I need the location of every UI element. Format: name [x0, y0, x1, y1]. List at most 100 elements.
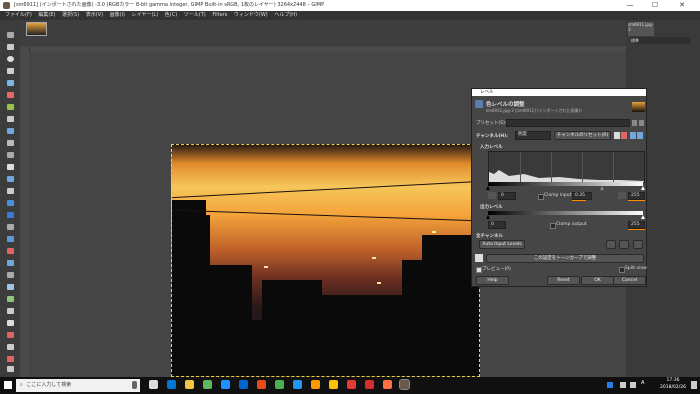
color-select-icon[interactable] — [7, 92, 14, 98]
brush-icon[interactable] — [7, 236, 14, 242]
edit-in-curves-button[interactable]: この設定をトーンカーブで調整 — [486, 254, 644, 263]
view-option2-icon[interactable] — [637, 132, 643, 139]
menu-view[interactable]: 表示(V) — [86, 11, 103, 20]
app9-icon[interactable] — [311, 380, 320, 389]
menu-select[interactable]: 選択(S) — [62, 11, 79, 20]
input-black-handle[interactable] — [486, 186, 490, 190]
ok-button[interactable]: OK — [581, 276, 614, 285]
app5-icon[interactable] — [239, 380, 248, 389]
volume-icon[interactable] — [630, 382, 636, 388]
input-black-picker-icon[interactable] — [488, 192, 496, 199]
close-button[interactable]: ✕ — [672, 0, 692, 11]
input-white-picker-icon[interactable] — [618, 192, 626, 199]
image-tab-thumbnail[interactable] — [26, 22, 47, 36]
output-white-handle[interactable] — [641, 215, 645, 219]
lasso-icon[interactable] — [7, 68, 14, 74]
maximize-button[interactable]: ☐ — [645, 0, 665, 11]
output-low-field[interactable]: 0 — [488, 221, 506, 229]
smudge-icon[interactable] — [7, 308, 14, 314]
chrome-icon[interactable] — [329, 380, 338, 389]
tray-icon[interactable] — [607, 382, 613, 388]
reset-button[interactable]: Reset — [547, 276, 580, 285]
perspective-icon[interactable] — [7, 164, 14, 170]
menu-help[interactable]: ヘルプ(H) — [274, 11, 297, 20]
pencil-icon[interactable] — [7, 224, 14, 230]
text-tool-icon[interactable] — [7, 188, 14, 194]
edge-icon[interactable] — [167, 380, 176, 389]
scale-icon[interactable] — [7, 140, 14, 146]
menu-windows[interactable]: ウィンドウ(W) — [234, 11, 268, 20]
taskbar-search[interactable]: ⌕ ここに入力して検索 — [16, 379, 140, 392]
airbrush-icon[interactable] — [7, 260, 14, 266]
crop-icon[interactable] — [7, 116, 14, 122]
app11-icon[interactable] — [347, 380, 356, 389]
channel-reset-button[interactable]: チャンネルのリセット(R) — [554, 131, 611, 140]
help-button[interactable]: Help — [476, 276, 509, 285]
input-white-handle[interactable] — [641, 186, 645, 190]
input-gamma-handle[interactable] — [600, 186, 604, 190]
windows-start-icon[interactable] — [4, 381, 12, 389]
scissors-icon[interactable] — [7, 104, 14, 110]
measure-icon[interactable] — [7, 356, 14, 362]
zoom-icon[interactable] — [7, 366, 14, 372]
minimize-button[interactable]: — — [620, 0, 640, 11]
explorer-icon[interactable] — [185, 380, 194, 389]
menu-file[interactable]: ファイル(F) — [5, 11, 32, 20]
app12-icon[interactable] — [365, 380, 374, 389]
rect-select-icon[interactable] — [7, 44, 14, 50]
app6-icon[interactable] — [257, 380, 266, 389]
pick-black-point-button[interactable] — [606, 240, 616, 249]
fuzzy-select-icon[interactable] — [7, 80, 14, 86]
mic-icon[interactable] — [132, 381, 137, 389]
clock-time[interactable]: 17:36 — [661, 378, 685, 383]
menu-tools[interactable]: ツール(T) — [184, 11, 206, 20]
cancel-button[interactable]: Cancel — [613, 276, 646, 285]
clone-icon[interactable] — [7, 284, 14, 290]
menu-edit[interactable]: 編集(E) — [38, 11, 55, 20]
sunset-photo[interactable] — [171, 144, 480, 377]
view-option-icon[interactable] — [630, 132, 636, 139]
eraser-icon[interactable] — [7, 248, 14, 254]
move-tool-icon[interactable] — [7, 32, 14, 38]
color-picker-icon[interactable] — [7, 344, 14, 350]
rotate-icon[interactable] — [7, 128, 14, 134]
menu-color[interactable]: 色(C) — [165, 11, 177, 20]
menu-filters[interactable]: Filters — [212, 11, 227, 20]
output-black-handle[interactable] — [486, 215, 490, 219]
bucket-fill-icon[interactable] — [7, 200, 14, 206]
channel-select[interactable]: 明度 — [515, 131, 551, 140]
clock-date[interactable]: 2018/02/26 — [657, 385, 689, 390]
menu-layer[interactable]: レイヤー(L) — [132, 11, 159, 20]
app7-icon[interactable] — [275, 380, 284, 389]
shear-icon[interactable] — [7, 152, 14, 158]
ink-icon[interactable] — [7, 272, 14, 278]
presets-menu-icon[interactable] — [639, 120, 644, 126]
linear-histogram-icon[interactable] — [614, 132, 620, 139]
input-high-field[interactable]: 255 — [628, 192, 645, 200]
ime-indicator[interactable]: A — [641, 380, 644, 386]
firefox-icon[interactable] — [383, 380, 392, 389]
input-gamma-field[interactable]: 0.35 — [572, 192, 592, 200]
pick-white-point-button[interactable] — [633, 240, 643, 249]
store-icon[interactable] — [203, 380, 212, 389]
paths-icon[interactable] — [7, 332, 14, 338]
pick-gray-point-button[interactable] — [619, 240, 629, 249]
presets-combo[interactable] — [506, 119, 630, 127]
input-low-field[interactable]: 0 — [498, 192, 516, 200]
network-icon[interactable] — [620, 382, 626, 388]
menu-image[interactable]: 画像(I) — [110, 11, 125, 20]
heal-icon[interactable] — [7, 296, 14, 302]
output-high-field[interactable]: 255 — [628, 221, 645, 229]
presets-add-icon[interactable] — [632, 120, 637, 126]
app8-icon[interactable] — [293, 380, 302, 389]
dock-image-tab[interactable]: sm6911.jpg-3 — [628, 22, 654, 36]
task-view-icon[interactable] — [149, 380, 158, 389]
dodge-icon[interactable] — [7, 320, 14, 326]
mail-icon[interactable] — [221, 380, 230, 389]
log-histogram-icon[interactable] — [621, 132, 627, 139]
notification-icon[interactable] — [691, 381, 697, 389]
flip-icon[interactable] — [7, 176, 14, 182]
gimp-taskbar-icon[interactable] — [399, 379, 410, 390]
ellipse-select-icon[interactable] — [7, 56, 14, 62]
dock-mode-select[interactable]: 標準 — [631, 37, 691, 44]
